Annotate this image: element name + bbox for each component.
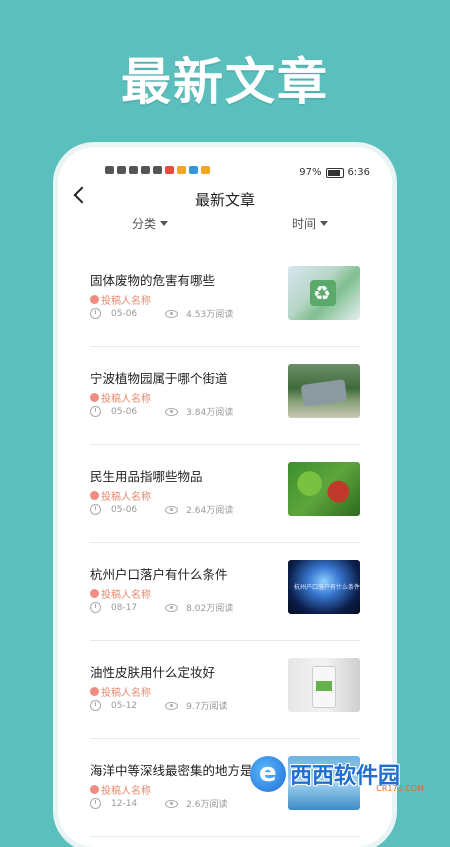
article-meta: 05-06 3.84万阅读 xyxy=(90,405,233,418)
article-title: 民生用品指哪些物品 xyxy=(90,469,203,484)
list-item[interactable]: 固体废物的危害有哪些 投稿人名称 05-06 4.53万阅读 xyxy=(90,249,360,347)
battery-percent: 97% xyxy=(299,167,322,178)
avatar xyxy=(90,687,99,696)
author: 投稿人名称 xyxy=(90,782,151,797)
article-views: 2.64万阅读 xyxy=(186,506,234,516)
article-list: 固体废物的危害有哪些 投稿人名称 05-06 4.53万阅读 宁波植物园属于哪个… xyxy=(58,249,392,837)
article-thumbnail xyxy=(288,462,360,516)
app-icon xyxy=(177,166,186,174)
article-date: 05-12 xyxy=(111,700,138,711)
article-date: 05-06 xyxy=(111,406,138,417)
stone-sign-image xyxy=(300,379,348,407)
caret-down-icon xyxy=(160,221,169,226)
author-name: 投稿人名称 xyxy=(101,688,151,699)
author: 投稿人名称 xyxy=(90,390,151,405)
author-name: 投稿人名称 xyxy=(101,786,151,797)
author-name: 投稿人名称 xyxy=(101,590,151,601)
author: 投稿人名称 xyxy=(90,292,151,307)
bottle-image xyxy=(312,666,336,708)
phone-frame: 97% 6:36 最新文章 分类 时间 固体废物的危害有哪些 投稿人名称 05-… xyxy=(58,147,392,847)
clock-icon xyxy=(90,504,101,515)
notification-icon xyxy=(105,166,114,174)
app-icon xyxy=(165,166,174,174)
article-meta: 05-06 2.64万阅读 xyxy=(90,503,233,516)
clock-icon xyxy=(90,308,101,319)
filter-category-label: 分类 xyxy=(132,217,157,231)
top-bar: 最新文章 xyxy=(58,185,392,215)
author: 投稿人名称 xyxy=(90,684,151,699)
article-meta: 05-06 4.53万阅读 xyxy=(90,307,233,320)
article-views: 4.53万阅读 xyxy=(186,310,234,320)
article-meta: 05-12 9.7万阅读 xyxy=(90,699,227,712)
clock-time: 6:36 xyxy=(347,167,370,178)
article-thumbnail xyxy=(288,364,360,418)
list-item[interactable]: 宁波植物园属于哪个街道 投稿人名称 05-06 3.84万阅读 xyxy=(90,347,360,445)
eye-icon xyxy=(165,309,179,318)
author-name: 投稿人名称 xyxy=(101,394,151,405)
article-thumbnail xyxy=(288,658,360,712)
article-thumbnail: 杭州户口落户有什么条件 xyxy=(288,560,360,614)
list-item[interactable]: 杭州户口落户有什么条件 投稿人名称 08-17 8.02万阅读 杭州户口落户有什… xyxy=(90,543,360,641)
article-views: 9.7万阅读 xyxy=(186,702,228,712)
watermark-logo-icon xyxy=(250,756,286,792)
eye-icon xyxy=(165,603,179,612)
article-meta: 08-17 8.02万阅读 xyxy=(90,601,233,614)
status-right: 97% 6:36 xyxy=(299,167,370,178)
caret-down-icon xyxy=(320,221,329,226)
watermark-subtext: CR173.COM xyxy=(376,784,424,793)
article-meta: 12-14 2.6万阅读 xyxy=(90,797,227,810)
clock-icon xyxy=(90,700,101,711)
clock-icon xyxy=(90,602,101,613)
wifi-icon xyxy=(153,166,162,174)
eye-icon xyxy=(165,701,179,710)
clock-icon xyxy=(90,406,101,417)
eye-icon xyxy=(165,407,179,416)
filter-bar: 分类 时间 xyxy=(58,215,392,235)
page-title: 最新文章 xyxy=(194,191,255,209)
article-date: 08-17 xyxy=(111,602,138,613)
article-date: 05-06 xyxy=(111,504,138,515)
thumbnail-caption: 杭州户口落户有什么条件 xyxy=(294,584,360,591)
status-bar: 97% 6:36 xyxy=(58,147,392,178)
filter-category[interactable]: 分类 xyxy=(132,215,169,232)
filter-time-label: 时间 xyxy=(292,217,317,231)
article-thumbnail xyxy=(288,266,360,320)
article-views: 3.84万阅读 xyxy=(186,408,234,418)
article-date: 12-14 xyxy=(111,798,138,809)
watermark: 西西软件园 CR173.COM xyxy=(250,754,442,794)
filter-time[interactable]: 时间 xyxy=(292,215,329,232)
notification-icon xyxy=(117,166,126,174)
article-title: 固体废物的危害有哪些 xyxy=(90,273,216,288)
signal-icon xyxy=(141,166,150,174)
battery-icon xyxy=(325,167,344,178)
signal-icon xyxy=(129,166,138,174)
list-item[interactable]: 油性皮肤用什么定妆好 投稿人名称 05-12 9.7万阅读 xyxy=(90,641,360,739)
avatar xyxy=(90,589,99,598)
app-icon xyxy=(201,166,210,174)
recycle-icon xyxy=(310,280,336,306)
article-views: 8.02万阅读 xyxy=(186,604,234,614)
author: 投稿人名称 xyxy=(90,586,151,601)
avatar xyxy=(90,295,99,304)
eye-icon xyxy=(165,505,179,514)
eye-icon xyxy=(165,799,179,808)
article-title: 宁波植物园属于哪个街道 xyxy=(90,371,228,386)
article-title: 海洋中等深线最密集的地方是 xyxy=(90,763,253,778)
promo-headline: 最新文章 xyxy=(121,53,329,111)
avatar xyxy=(90,491,99,500)
article-title: 油性皮肤用什么定妆好 xyxy=(90,665,216,680)
article-views: 2.6万阅读 xyxy=(186,800,228,810)
author-name: 投稿人名称 xyxy=(101,296,151,307)
author-name: 投稿人名称 xyxy=(101,492,151,503)
app-icon xyxy=(189,166,198,174)
article-title: 杭州户口落户有什么条件 xyxy=(90,567,228,582)
article-date: 05-06 xyxy=(111,308,138,319)
status-icons xyxy=(105,166,210,174)
avatar xyxy=(90,393,99,402)
avatar xyxy=(90,785,99,794)
list-item[interactable]: 民生用品指哪些物品 投稿人名称 05-06 2.64万阅读 xyxy=(90,445,360,543)
author: 投稿人名称 xyxy=(90,488,151,503)
